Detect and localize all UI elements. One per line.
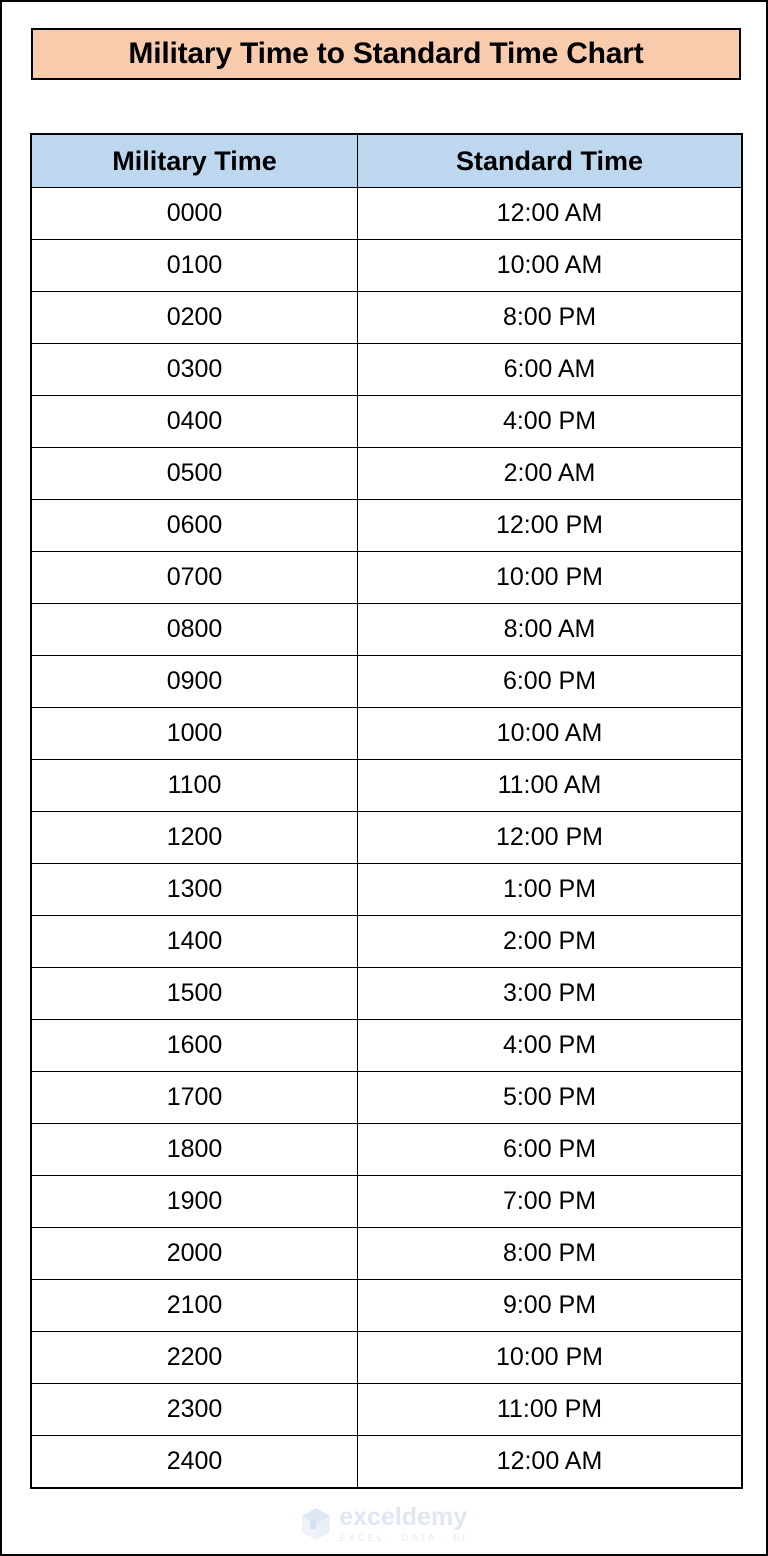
cell-military-time: 0800 (31, 603, 358, 656)
cell-standard-time: 10:00 AM (357, 239, 742, 292)
table-row: 1700 5:00 PM (31, 1071, 742, 1124)
cell-military-time: 0900 (31, 655, 358, 708)
cell-standard-time: 6:00 AM (357, 343, 742, 396)
cell-standard-time: 9:00 PM (357, 1279, 742, 1332)
cell-military-time: 0500 (31, 447, 358, 500)
page-root: Military Time to Standard Time Chart Mil… (0, 0, 768, 1556)
cell-military-time: 1400 (31, 915, 358, 968)
table-header: Military Time Standard Time (31, 134, 742, 188)
cell-military-time: 1300 (31, 863, 358, 916)
cell-standard-time: 10:00 PM (357, 551, 742, 604)
chart-title-banner: Military Time to Standard Time Chart (31, 28, 741, 80)
table-row: 0500 2:00 AM (31, 447, 742, 500)
cell-military-time: 0100 (31, 239, 358, 292)
table-row: 2100 9:00 PM (31, 1279, 742, 1332)
table-body: 0000 12:00 AM 0100 10:00 AM 0200 8:00 PM 0300 6… (31, 187, 742, 1488)
column-header-standard-time: Standard Time (357, 134, 742, 188)
cell-military-time: 2100 (31, 1279, 358, 1332)
cell-standard-time: 10:00 AM (357, 707, 742, 760)
cell-military-time: 0300 (31, 343, 358, 396)
table-row: 1900 7:00 PM (31, 1175, 742, 1228)
cell-standard-time: 12:00 AM (357, 187, 742, 240)
cell-military-time: 1900 (31, 1175, 358, 1228)
table-row: 0000 12:00 AM (31, 187, 742, 240)
cell-standard-time: 4:00 PM (357, 1019, 742, 1072)
table-row: 0100 10:00 AM (31, 239, 742, 292)
cell-standard-time: 12:00 PM (357, 499, 742, 552)
cell-military-time: 1500 (31, 967, 358, 1020)
page-title: Military Time to Standard Time Chart (128, 37, 644, 70)
table-row: 1100 11:00 AM (31, 759, 742, 812)
watermark-text: exceldemy EXCEL · DATA · BI (339, 1502, 468, 1544)
cell-military-time: 2200 (31, 1331, 358, 1384)
cell-military-time: 1100 (31, 759, 358, 812)
cell-military-time: 0200 (31, 291, 358, 344)
cell-standard-time: 12:00 AM (357, 1435, 742, 1488)
cell-standard-time: 3:00 PM (357, 967, 742, 1020)
table-header-row: Military Time Standard Time (31, 134, 742, 188)
table-row: 2200 10:00 PM (31, 1331, 742, 1384)
cell-military-time: 1600 (31, 1019, 358, 1072)
cell-standard-time: 11:00 PM (357, 1383, 742, 1436)
table-row: 0200 8:00 PM (31, 291, 742, 344)
cell-standard-time: 2:00 PM (357, 915, 742, 968)
cell-military-time: 0600 (31, 499, 358, 552)
military-time-conversion-table: Military Time Standard Time 0000 12:00 AM… (30, 133, 743, 1489)
table-row: 0600 12:00 PM (31, 499, 742, 552)
table-row: 1300 1:00 PM (31, 863, 742, 916)
cell-military-time: 0000 (31, 187, 358, 240)
cell-military-time: 1700 (31, 1071, 358, 1124)
table-row: 2000 8:00 PM (31, 1227, 742, 1280)
hexagon-logo-icon (302, 1508, 331, 1540)
table-row: 1800 6:00 PM (31, 1123, 742, 1176)
table-row: 1500 3:00 PM (31, 967, 742, 1020)
cell-military-time: 0700 (31, 551, 358, 604)
cell-standard-time: 12:00 PM (357, 811, 742, 864)
cell-standard-time: 10:00 PM (357, 1331, 742, 1384)
cell-military-time: 1800 (31, 1123, 358, 1176)
cell-standard-time: 1:00 PM (357, 863, 742, 916)
table-row: 0800 8:00 AM (31, 603, 742, 656)
cell-military-time: 2300 (31, 1383, 358, 1436)
table-row: 0700 10:00 PM (31, 551, 742, 604)
cell-standard-time: 8:00 PM (357, 1227, 742, 1280)
cell-military-time: 2000 (31, 1227, 358, 1280)
cell-standard-time: 6:00 PM (357, 1123, 742, 1176)
table-row: 0400 4:00 PM (31, 395, 742, 448)
cell-military-time: 1000 (31, 707, 358, 760)
table-row: 2400 12:00 AM (31, 1435, 742, 1488)
watermark: exceldemy EXCEL · DATA · BI (2, 1502, 766, 1546)
cell-standard-time: 2:00 AM (357, 447, 742, 500)
watermark-tagline: EXCEL · DATA · BI (339, 1532, 468, 1544)
cell-standard-time: 7:00 PM (357, 1175, 742, 1228)
cell-standard-time: 11:00 AM (357, 759, 742, 812)
cell-military-time: 0400 (31, 395, 358, 448)
cell-standard-time: 5:00 PM (357, 1071, 742, 1124)
cell-standard-time: 4:00 PM (357, 395, 742, 448)
table-row: 1400 2:00 PM (31, 915, 742, 968)
cell-standard-time: 6:00 PM (357, 655, 742, 708)
cell-standard-time: 8:00 AM (357, 603, 742, 656)
cell-military-time: 2400 (31, 1435, 358, 1488)
table-row: 1600 4:00 PM (31, 1019, 742, 1072)
table-row: 1200 12:00 PM (31, 811, 742, 864)
table-row: 1000 10:00 AM (31, 707, 742, 760)
table-row: 2300 11:00 PM (31, 1383, 742, 1436)
table-row: 0900 6:00 PM (31, 655, 742, 708)
cell-standard-time: 8:00 PM (357, 291, 742, 344)
cell-military-time: 1200 (31, 811, 358, 864)
column-header-military-time: Military Time (31, 134, 358, 188)
watermark-brand: exceldemy (339, 1502, 468, 1531)
table-row: 0300 6:00 AM (31, 343, 742, 396)
